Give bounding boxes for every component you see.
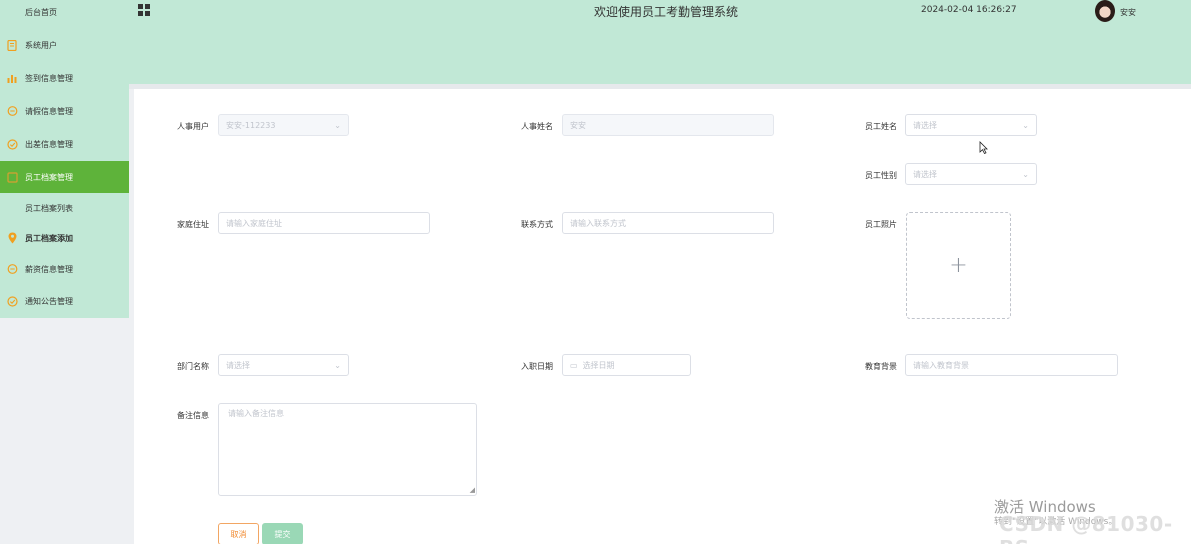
remark-label: 备注信息	[177, 411, 209, 420]
top-header: 欢迎使用员工考勤管理系统 2024-02-04 16:26:27 安安	[129, 0, 1191, 84]
education-input[interactable]: 请输入教育背景	[905, 354, 1118, 376]
sidebar-item-label: 通知公告管理	[25, 296, 73, 306]
join-date-label: 入职日期	[521, 362, 553, 371]
contact-input[interactable]: 请输入联系方式	[562, 212, 774, 234]
chevron-down-icon: ⌄	[1022, 170, 1029, 179]
employee-gender-label: 员工性别	[865, 171, 897, 180]
cancel-button[interactable]: 取消	[218, 523, 259, 544]
chat-icon	[6, 105, 18, 117]
sidebar-subitem-archive-list[interactable]: 员工档案列表	[0, 193, 129, 223]
remark-placeholder: 请输入备注信息	[228, 409, 284, 418]
sidebar-item-label: 出差信息管理	[25, 139, 73, 149]
sidebar-item-trip[interactable]: 出差信息管理	[0, 128, 129, 160]
hr-user-label: 人事用户	[177, 122, 209, 131]
submit-button[interactable]: 提交	[262, 523, 303, 544]
sidebar-item-label: 薪资信息管理	[25, 264, 73, 274]
avatar[interactable]	[1095, 0, 1115, 22]
sidebar-item-employee-archive[interactable]: 员工档案管理	[0, 161, 129, 193]
contact-placeholder: 请输入联系方式	[570, 218, 626, 228]
folder-icon	[6, 171, 18, 183]
csdn-watermark: CSDN @81030-BS	[999, 512, 1173, 544]
check-circle-icon	[6, 295, 18, 307]
hr-name-label: 人事姓名	[521, 122, 553, 131]
employee-name-select[interactable]: 请选择 ⌄	[905, 114, 1037, 136]
hr-name-value: 安安	[570, 120, 586, 130]
sidebar-item-label: 员工档案添加	[25, 233, 73, 243]
employee-name-label: 员工姓名	[865, 122, 897, 131]
sidebar-item-system-users[interactable]: 系统用户	[0, 29, 129, 61]
sidebar-item-label: 员工档案管理	[25, 172, 73, 182]
sidebar-item-leave[interactable]: 请假信息管理	[0, 95, 129, 127]
sidebar-subitem-archive-add[interactable]: 员工档案添加	[0, 223, 129, 253]
main-form-panel: 人事用户 安安-112233 ⌄ 人事姓名 安安 员工姓名 请选择 ⌄ 员工性别…	[134, 89, 1191, 544]
address-placeholder: 请输入家庭住址	[226, 218, 282, 228]
sidebar-item-label: 后台首页	[25, 7, 57, 17]
chat-icon	[6, 263, 18, 275]
chevron-down-icon: ⌄	[334, 121, 341, 130]
plus-icon: +	[949, 253, 968, 278]
sidebar: 后台首页 系统用户 签到信息管理 请假信息管理 出差信息管理 员工档案管理 员工…	[0, 0, 129, 318]
hr-name-field: 安安	[562, 114, 774, 136]
join-date-placeholder: 选择日期	[582, 360, 615, 370]
bar-chart-icon	[6, 72, 18, 84]
username[interactable]: 安安	[1120, 7, 1136, 18]
mouse-cursor-icon	[979, 141, 988, 157]
sidebar-item-home[interactable]: 后台首页	[0, 0, 129, 28]
page-title: 欢迎使用员工考勤管理系统	[594, 5, 739, 19]
department-placeholder: 请选择	[226, 360, 250, 370]
calendar-icon: ▭	[570, 360, 578, 370]
chevron-down-icon: ⌄	[334, 361, 341, 370]
remark-textarea[interactable]: 请输入备注信息 ◢	[218, 403, 477, 496]
sidebar-item-label: 请假信息管理	[25, 106, 73, 116]
sidebar-item-label: 系统用户	[25, 40, 57, 50]
address-label: 家庭住址	[177, 220, 209, 229]
department-label: 部门名称	[177, 362, 209, 371]
department-select[interactable]: 请选择 ⌄	[218, 354, 349, 376]
hr-user-select: 安安-112233 ⌄	[218, 114, 349, 136]
employee-gender-select[interactable]: 请选择 ⌄	[905, 163, 1037, 185]
current-datetime: 2024-02-04 16:26:27	[921, 5, 1017, 15]
sidebar-item-salary[interactable]: 薪资信息管理	[0, 253, 129, 285]
sidebar-item-notice[interactable]: 通知公告管理	[0, 285, 129, 317]
home-icon	[6, 6, 18, 18]
education-label: 教育背景	[865, 362, 897, 371]
employee-gender-placeholder: 请选择	[913, 169, 937, 179]
address-input[interactable]: 请输入家庭住址	[218, 212, 430, 234]
sidebar-item-label: 签到信息管理	[25, 73, 73, 83]
contact-label: 联系方式	[521, 220, 553, 229]
location-pin-icon	[6, 232, 18, 244]
chevron-down-icon: ⌄	[1022, 121, 1029, 130]
join-date-picker[interactable]: ▭ 选择日期	[562, 354, 691, 376]
photo-upload[interactable]: +	[906, 212, 1011, 319]
employee-name-placeholder: 请选择	[913, 120, 937, 130]
hr-user-value: 安安-112233	[226, 120, 276, 130]
sidebar-item-signin[interactable]: 签到信息管理	[0, 62, 129, 94]
resize-handle-icon[interactable]: ◢	[470, 486, 475, 494]
sidebar-item-label: 员工档案列表	[25, 203, 73, 213]
menu-grid-icon[interactable]	[138, 4, 150, 16]
photo-label: 员工照片	[865, 220, 897, 229]
check-circle-icon	[6, 138, 18, 150]
education-placeholder: 请输入教育背景	[913, 360, 969, 370]
document-icon	[6, 39, 18, 51]
